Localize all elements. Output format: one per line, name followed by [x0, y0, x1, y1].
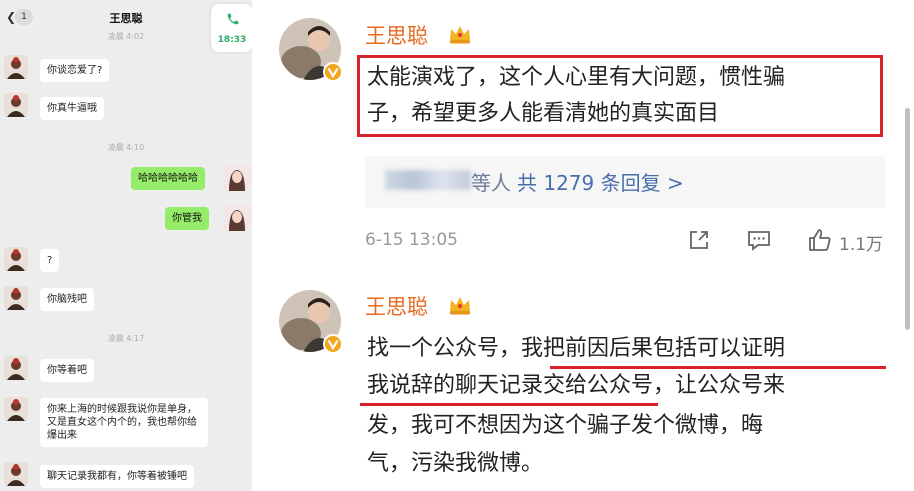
comment-text-line: 子，希望更多人能看清她的真实面目 — [367, 101, 720, 126]
contact-avatar[interactable] — [4, 93, 28, 117]
contact-avatar[interactable] — [4, 55, 28, 79]
comment-text-line: 太能演戏了，这个人心里有大问题，惯性骗 — [367, 65, 786, 90]
verified-v-icon — [323, 62, 343, 82]
contact-avatar[interactable] — [4, 356, 28, 380]
message-bubble-left: 你来上海的时候跟我说你是单身，又是直女这个内个的，我也帮你给爆出来 — [40, 398, 208, 447]
message-bubble-right: 哈哈哈哈哈哈 — [131, 167, 205, 190]
share-icon[interactable] — [686, 227, 712, 253]
user-avatar[interactable] — [279, 290, 343, 354]
crown-badge-icon — [450, 297, 470, 315]
reply-summary[interactable]: 等人 共 1279 条回复 > — [365, 156, 885, 208]
self-avatar[interactable] — [224, 165, 250, 191]
verified-v-icon — [323, 334, 343, 354]
call-status-pill[interactable]: 18:33 — [211, 4, 252, 52]
chat-timestamp: 凌晨 4:17 — [107, 334, 145, 343]
contact-avatar[interactable] — [4, 247, 28, 271]
comment-icon[interactable] — [746, 227, 772, 253]
contact-avatar[interactable] — [4, 462, 28, 486]
message-bubble-left: ? — [40, 249, 60, 272]
message-bubble-left: 聊天记录我都有，你等着被锤吧 — [40, 465, 194, 488]
contact-avatar[interactable] — [4, 286, 28, 310]
call-duration: 18:33 — [217, 35, 247, 45]
self-avatar[interactable] — [224, 205, 250, 231]
reply-suffix: 等人 — [471, 171, 511, 195]
reply-count-link[interactable]: 共 1279 条回复 > — [517, 167, 684, 196]
comment-date: 6-15 13:05 — [365, 230, 458, 250]
crown-badge-icon — [450, 26, 470, 44]
phone-icon — [227, 13, 239, 25]
message-bubble-right: 你管我 — [165, 207, 209, 230]
comment-text-plain: 找一个公众号， — [367, 336, 522, 361]
user-avatar[interactable] — [279, 18, 343, 82]
weibo-comments: 王思聪 太能演戏了，这个人心里有大问题，惯性骗 子，希望更多人能看清她的真实面目… — [252, 0, 914, 491]
message-bubble-left: 你谈恋爱了? — [40, 59, 110, 82]
comment-text-underlined: 我把前因后果包括可以证明 — [521, 336, 786, 361]
contact-avatar[interactable] — [4, 397, 28, 421]
comment-text-line: 发，我可不想因为这个骗子发个微博，晦 — [367, 413, 764, 438]
like-icon[interactable] — [807, 227, 833, 253]
comment-text-underlined: 我说辞的聊天记录交给公众号 — [367, 373, 654, 398]
message-bubble-left: 你等着吧 — [40, 359, 94, 382]
message-bubble-left: 你脑残吧 — [40, 288, 94, 311]
red-underline — [360, 403, 658, 406]
like-count: 1.1万 — [839, 235, 884, 255]
comment-text-line: 我说辞的聊天记录交给公众号，让公众号来 — [367, 368, 785, 403]
comment-text-plain: ，让公众号来 — [653, 373, 786, 398]
chat-screenshot: ❮ 1 王思聪 凌晨 4:02 18:33 你谈恋爱了? 你真牛逼哦 凌晨 4:… — [0, 0, 252, 491]
comment-text-line: 找一个公众号，我把前因后果包括可以证明 — [367, 331, 785, 366]
blurred-names — [385, 170, 471, 190]
comment-username[interactable]: 王思聪 — [365, 20, 428, 50]
scrollbar[interactable] — [905, 108, 910, 330]
comment-username[interactable]: 王思聪 — [365, 291, 428, 321]
comment-text-line: 气，污染我微博。 — [367, 451, 544, 476]
chat-timestamp: 凌晨 4:10 — [107, 143, 145, 152]
message-bubble-left: 你真牛逼哦 — [40, 97, 104, 120]
